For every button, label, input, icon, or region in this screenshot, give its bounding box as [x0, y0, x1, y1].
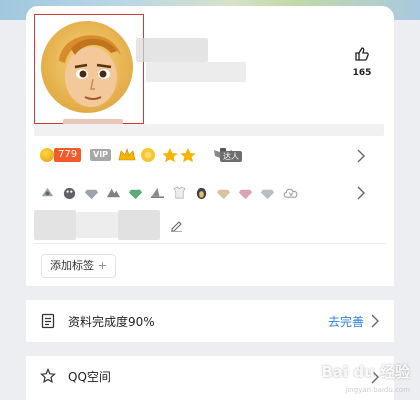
level-medals-icon	[118, 148, 196, 163]
gem-badge-row[interactable]	[40, 182, 380, 204]
edit-pencil-icon[interactable]	[170, 219, 183, 232]
silver-diamond-icon	[260, 189, 275, 200]
complete-profile-link[interactable]: 去完善	[328, 313, 364, 330]
avatar[interactable]	[41, 21, 133, 113]
baidu-watermark: Bai du 经验	[321, 363, 410, 381]
signature-row[interactable]	[34, 210, 234, 240]
gray-sailboat-icon	[150, 187, 165, 198]
baidu-watermark-url: jingyan.baidu.com	[345, 386, 410, 394]
pink-diamond-icon	[216, 189, 231, 200]
green-diamond-icon	[128, 189, 143, 200]
document-icon	[41, 313, 55, 329]
badge-row[interactable]: 779 VIP 达人	[40, 146, 380, 166]
completion-label: 资料完成度90%	[68, 315, 155, 329]
cloud-v-icon	[283, 188, 298, 198]
gray-mountain-icon	[106, 188, 121, 198]
divider	[34, 243, 386, 244]
signature-blurred	[34, 210, 76, 240]
chevron-right-icon	[357, 149, 365, 163]
nickname-blurred	[136, 38, 208, 62]
bio-blurred	[34, 124, 384, 136]
coin-icon	[40, 148, 54, 162]
avatar-cartoon-face	[41, 21, 133, 113]
rose-diamond-icon	[238, 189, 253, 200]
like-button[interactable]: 165	[346, 46, 378, 78]
profile-completion-row[interactable]: 资料完成度90% 去完善	[26, 300, 394, 342]
gray-diamond-icon	[84, 189, 99, 200]
signature-blurred	[76, 212, 118, 238]
star-outline-icon	[40, 368, 56, 384]
white-shirt-icon	[173, 186, 186, 199]
thumbs-up-icon	[355, 47, 369, 61]
signature-blurred	[118, 210, 160, 240]
level-count: 779	[54, 148, 82, 162]
dark-penguin-icon	[196, 187, 207, 200]
account-info-blurred	[146, 62, 246, 82]
chevron-right-icon	[371, 314, 379, 328]
like-count: 165	[352, 68, 372, 78]
vip-badge: VIP	[90, 149, 112, 161]
add-tag-label: 添加标签	[50, 259, 94, 272]
gray-fish-icon	[41, 187, 54, 197]
qq-space-label: QQ空间	[68, 370, 111, 384]
gray-penguin-icon	[63, 187, 76, 200]
avatar-highlight-box	[34, 14, 144, 125]
talent-badge: 达人	[220, 151, 242, 162]
plus-icon: +	[98, 259, 108, 272]
profile-card: 165 779 VIP 达人 添加标签 +	[26, 6, 394, 286]
chevron-right-icon	[357, 186, 365, 200]
add-tag-button[interactable]: 添加标签 +	[41, 254, 117, 278]
